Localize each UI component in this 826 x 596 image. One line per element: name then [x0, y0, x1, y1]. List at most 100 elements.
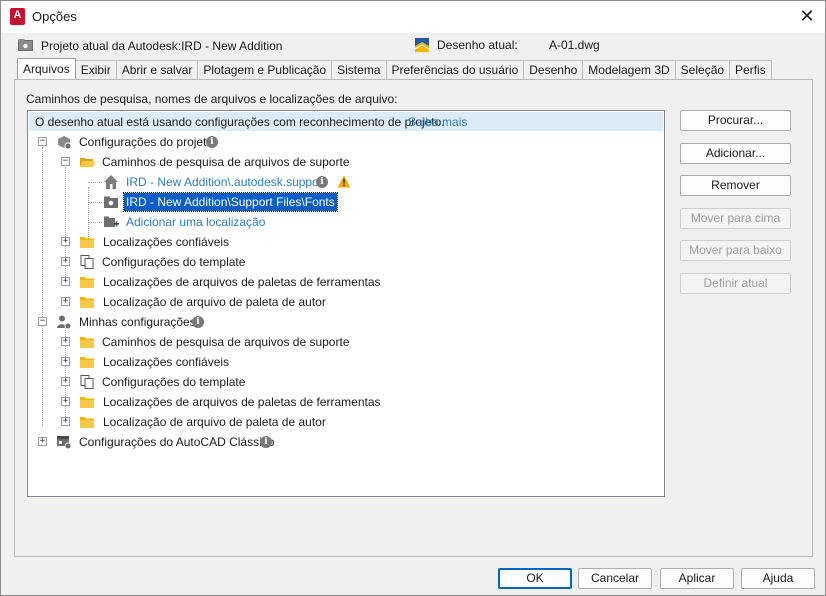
tree-label: Minhas configurações — [79, 315, 196, 329]
folder-icon — [80, 237, 94, 248]
folder-icon — [80, 397, 94, 408]
collapse-icon[interactable]: − — [61, 157, 70, 166]
expand-icon[interactable]: + — [61, 257, 70, 266]
remove-button[interactable]: Remover — [680, 175, 791, 196]
close-icon[interactable]: ✕ — [795, 5, 819, 27]
tab-perfis[interactable]: Perfis — [729, 60, 772, 79]
tab-modelagem-3d[interactable]: Modelagem 3D — [582, 60, 676, 79]
tree-node-classic[interactable]: + Configurações do AutoCAD Clássico i — [28, 432, 664, 452]
folder-icon — [80, 337, 94, 348]
tab-preferencias[interactable]: Preferências do usuário — [385, 60, 525, 79]
tree-node-template[interactable]: + Configurações do template — [28, 252, 664, 272]
tab-sistema[interactable]: Sistema — [331, 60, 387, 79]
drawing-icon — [414, 38, 430, 52]
tree-label-selected: IRD - New Addition\Support Files\Fonts — [123, 192, 338, 212]
tree-node-my-trusted[interactable]: + Localizações confiáveis — [28, 352, 664, 372]
tab-desenho[interactable]: Desenho — [523, 60, 584, 79]
tree-label: Configurações do template — [102, 255, 246, 269]
folder-icon — [80, 277, 94, 288]
tab-exibir[interactable]: Exibir — [74, 60, 117, 79]
info-icon[interactable]: i — [316, 176, 328, 188]
current-drawing-label: Desenho atual: — [437, 38, 518, 52]
expand-icon[interactable]: + — [61, 417, 70, 426]
browse-button[interactable]: Procurar... — [680, 110, 791, 131]
tree-node-path-1[interactable]: IRD - New Addition\.autodesk.support i — [28, 172, 664, 192]
tab-strip: Arquivos Exibir Abrir e salvar Plotagem … — [17, 58, 772, 79]
tree-label: Localização de arquivo de paleta de auto… — [103, 295, 326, 309]
tree-node-author-palette[interactable]: + Localização de arquivo de paleta de au… — [28, 292, 664, 312]
user-settings-icon — [57, 315, 72, 330]
collapse-icon[interactable]: − — [38, 317, 47, 326]
tree-node-support-paths[interactable]: − Caminhos de pesquisa de arquivos de su… — [28, 152, 664, 172]
tree-label: Configurações do projeto — [79, 135, 214, 149]
expand-icon[interactable]: + — [61, 297, 70, 306]
tree-guide-line — [88, 222, 102, 223]
add-button[interactable]: Adicionar... — [680, 143, 791, 164]
tree-label: Localização de arquivo de paleta de auto… — [103, 415, 326, 429]
tree-node-my-tool-palettes[interactable]: + Localizações de arquivos de paletas de… — [28, 392, 664, 412]
add-folder-icon — [104, 216, 119, 227]
tree-node-path-2[interactable]: IRD - New Addition\Support Files\Fonts — [28, 192, 664, 212]
move-down-button[interactable]: Mover para baixo — [680, 240, 791, 261]
warning-icon[interactable] — [337, 175, 351, 188]
tree-guide-line — [88, 182, 102, 183]
tree-node-add-location[interactable]: Adicionar uma localização — [28, 212, 664, 232]
tree-node-my-template[interactable]: + Configurações do template — [28, 372, 664, 392]
expand-icon[interactable]: + — [38, 437, 47, 446]
tree-node-my-support-paths[interactable]: + Caminhos de pesquisa de arquivos de su… — [28, 332, 664, 352]
move-up-button[interactable]: Mover para cima — [680, 208, 791, 229]
tree-label: Localizações confiáveis — [103, 235, 230, 249]
collapse-icon[interactable]: − — [38, 137, 47, 146]
file-locations-tree[interactable]: O desenho atual está usando configuraçõe… — [27, 110, 665, 497]
project-icon — [18, 39, 33, 51]
expand-icon[interactable]: + — [61, 357, 70, 366]
expand-icon[interactable]: + — [61, 277, 70, 286]
tree-node-project-settings[interactable]: − Configurações do projeto i — [28, 132, 664, 152]
banner-text: O desenho atual está usando configuraçõe… — [35, 115, 445, 129]
tab-arquivos[interactable]: Arquivos — [17, 58, 76, 79]
tree-label: Localizações de arquivos de paletas de f… — [103, 275, 381, 289]
folder-icon — [80, 297, 94, 308]
tree-label: IRD - New Addition\.autodesk.support — [126, 175, 327, 189]
info-bar: Projeto atual da Autodesk:IRD - New Addi… — [1, 33, 825, 59]
tab-selecao[interactable]: Seleção — [674, 60, 731, 79]
template-icon — [80, 375, 94, 389]
tab-abrir-e-salvar[interactable]: Abrir e salvar — [115, 60, 199, 79]
expand-icon[interactable]: + — [61, 237, 70, 246]
open-folder-icon — [80, 158, 95, 167]
tab-plotagem[interactable]: Plotagem e Publicação — [197, 60, 333, 79]
template-icon — [80, 255, 94, 269]
tree-node-my-settings[interactable]: − Minhas configurações i — [28, 312, 664, 332]
expand-icon[interactable]: + — [61, 397, 70, 406]
current-drawing-value: A-01.dwg — [549, 38, 600, 52]
tree-node-my-author-palette[interactable]: + Localização de arquivo de paleta de au… — [28, 412, 664, 432]
title-bar: A Opções ✕ — [1, 1, 825, 33]
autocad-app-icon: A — [10, 8, 25, 25]
project-settings-icon — [58, 136, 72, 150]
expand-icon[interactable]: + — [61, 377, 70, 386]
tree-label: Localizações confiáveis — [103, 355, 230, 369]
tree-label: Localizações de arquivos de paletas de f… — [103, 395, 381, 409]
project-banner: O desenho atual está usando configuraçõe… — [29, 112, 663, 131]
current-project-text: Projeto atual da Autodesk:IRD - New Addi… — [41, 39, 283, 53]
options-dialog: A Opções ✕ Projeto atual da Autodesk:IRD… — [0, 0, 826, 596]
window-title: Opções — [32, 9, 77, 24]
ok-button[interactable]: OK — [498, 568, 572, 589]
tree-label: Caminhos de pesquisa de arquivos de supo… — [102, 155, 350, 169]
help-button[interactable]: Ajuda — [741, 568, 815, 589]
info-icon[interactable]: i — [260, 436, 272, 448]
tree-guide-line — [88, 202, 102, 203]
tree-label: Caminhos de pesquisa de arquivos de supo… — [102, 335, 350, 349]
tree-node-tool-palettes[interactable]: + Localizações de arquivos de paletas de… — [28, 272, 664, 292]
folder-icon — [80, 357, 94, 368]
set-current-button[interactable]: Definir atual — [680, 273, 791, 294]
apply-button[interactable]: Aplicar — [660, 568, 734, 589]
add-location-link[interactable]: Adicionar uma localização — [126, 215, 265, 229]
info-icon[interactable]: i — [206, 136, 218, 148]
tree-label: Configurações do template — [102, 375, 246, 389]
learn-more-link[interactable]: Saiba mais — [408, 115, 467, 129]
info-icon[interactable]: i — [192, 316, 204, 328]
expand-icon[interactable]: + — [61, 337, 70, 346]
tree-node-trusted[interactable]: + Localizações confiáveis — [28, 232, 664, 252]
cancel-button[interactable]: Cancelar — [578, 568, 652, 589]
